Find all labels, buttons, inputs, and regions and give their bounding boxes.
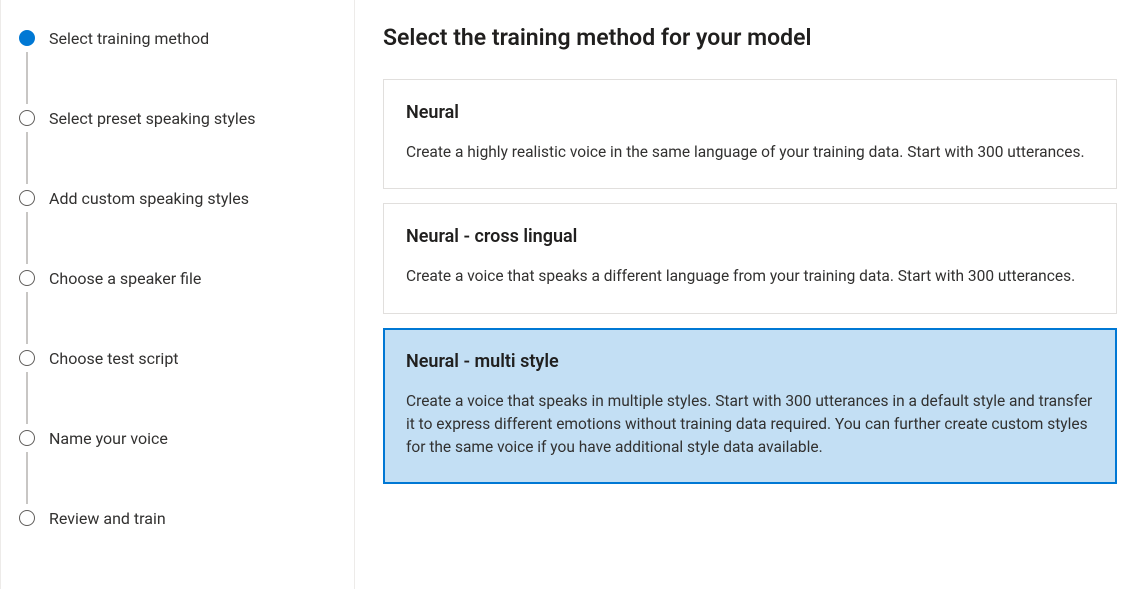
step-marker-icon [19, 30, 35, 46]
step-marker-icon [19, 110, 35, 126]
wizard-sidebar: Select training method Select preset spe… [0, 0, 355, 589]
step-connector [26, 292, 28, 344]
option-title: Neural - cross lingual [406, 226, 1094, 247]
step-marker-icon [19, 190, 35, 206]
option-description: Create a voice that speaks a different l… [406, 265, 1094, 288]
main-content: Select the training method for your mode… [355, 0, 1137, 589]
step-select-training-method[interactable]: Select training method [19, 28, 330, 48]
step-connector [26, 132, 28, 184]
option-neural-multi-style[interactable]: Neural - multi style Create a voice that… [383, 328, 1117, 485]
step-label: Choose a speaker file [49, 269, 201, 288]
step-name-your-voice[interactable]: Name your voice [19, 428, 330, 448]
option-description: Create a highly realistic voice in the s… [406, 141, 1094, 164]
step-choose-test-script[interactable]: Choose test script [19, 348, 330, 368]
option-description: Create a voice that speaks in multiple s… [406, 390, 1094, 460]
page-title: Select the training method for your mode… [383, 24, 1117, 51]
step-label: Choose test script [49, 349, 179, 368]
step-connector [26, 372, 28, 424]
step-label: Select training method [49, 29, 209, 48]
step-label: Name your voice [49, 429, 168, 448]
option-title: Neural [406, 102, 1094, 123]
step-marker-icon [19, 350, 35, 366]
step-label: Add custom speaking styles [49, 189, 249, 208]
step-connector [26, 452, 28, 504]
training-method-options: Neural Create a highly realistic voice i… [383, 79, 1117, 484]
step-connector [26, 52, 28, 104]
step-label: Select preset speaking styles [49, 109, 256, 128]
step-marker-icon [19, 430, 35, 446]
step-marker-icon [19, 510, 35, 526]
step-connector [26, 212, 28, 264]
step-label: Review and train [49, 509, 166, 528]
step-marker-icon [19, 270, 35, 286]
step-review-and-train[interactable]: Review and train [19, 508, 330, 528]
option-neural[interactable]: Neural Create a highly realistic voice i… [383, 79, 1117, 189]
step-select-preset-speaking-styles[interactable]: Select preset speaking styles [19, 108, 330, 128]
step-choose-speaker-file[interactable]: Choose a speaker file [19, 268, 330, 288]
wizard-steps: Select training method Select preset spe… [19, 28, 330, 528]
step-add-custom-speaking-styles[interactable]: Add custom speaking styles [19, 188, 330, 208]
option-title: Neural - multi style [406, 351, 1094, 372]
option-neural-cross-lingual[interactable]: Neural - cross lingual Create a voice th… [383, 203, 1117, 313]
